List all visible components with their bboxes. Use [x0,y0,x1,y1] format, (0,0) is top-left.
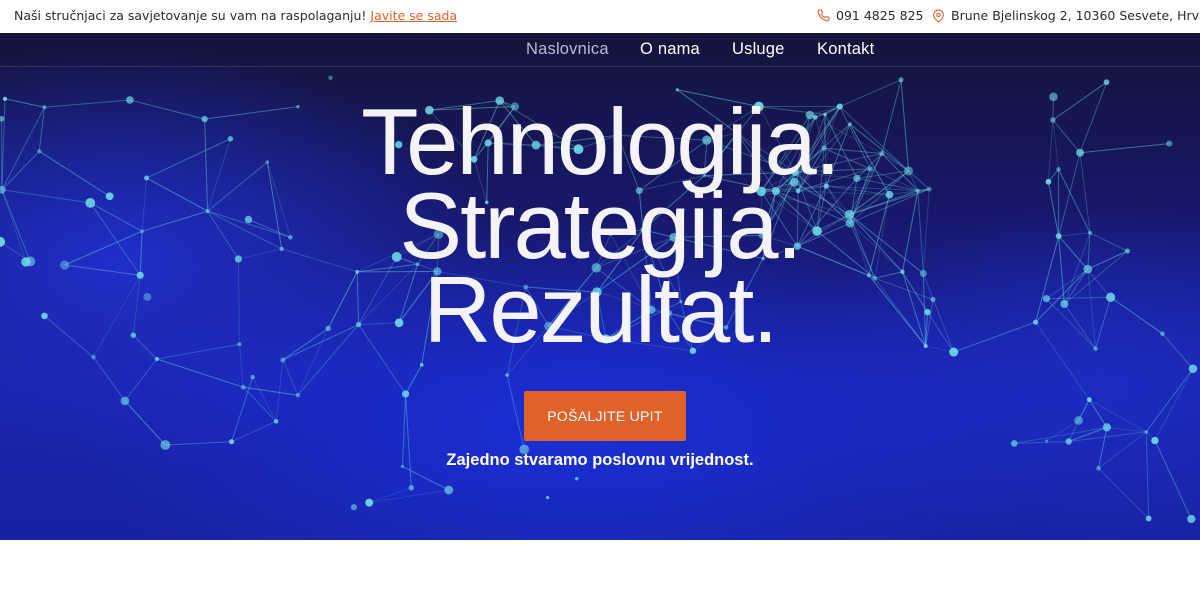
network-link [369,489,449,504]
contact-now-link[interactable]: Javite se sada [370,8,457,23]
nav-item-o-nama[interactable]: O nama [640,40,700,59]
topbar-message-group: Naši stručnjaci za savjetovanje su vam n… [14,8,457,23]
topbar-message: Naši stručnjaci za savjetovanje su vam n… [14,8,367,23]
network-link [252,376,277,422]
network-link [242,386,277,422]
phone-contact[interactable]: 091 4825 825 [817,8,923,23]
network-link [1154,368,1194,441]
network-node [1145,515,1152,522]
network-link [243,386,298,396]
nav-item-usluge[interactable]: Usluge [732,40,785,59]
network-node [350,504,357,511]
phone-icon [817,9,830,22]
network-node [154,356,160,362]
hero-section: Naslovnica O nama Usluge Kontakt Tehnolo… [0,33,1200,540]
network-node [898,77,904,83]
network-node [546,496,550,500]
network-node [365,498,374,507]
network-node [328,75,333,81]
network-link [1088,399,1108,428]
network-link [369,487,412,504]
main-navigation: Naslovnica O nama Usluge Kontakt [0,33,1200,67]
network-node [408,485,415,491]
network-link [506,374,525,450]
send-inquiry-button[interactable]: POŠALJITE UPIT [524,391,686,441]
network-node [1144,430,1149,434]
network-node [419,363,424,367]
top-info-bar: Naši stručnjaci za savjetovanje su vam n… [0,0,1200,33]
network-node [401,390,410,398]
network-link [156,358,244,388]
network-node [1187,514,1196,524]
location-pin-icon [932,9,945,23]
network-node [1188,364,1198,374]
network-link [1145,368,1194,433]
network-link [1098,468,1150,519]
network-link [231,420,277,443]
network-node [1103,79,1110,86]
network-node [120,396,130,406]
address-text: Brune Bjelinskog 2, 10360 Sesvete, Hrvat… [951,8,1200,23]
network-link [1145,431,1150,519]
network-link [124,358,158,402]
network-node [1065,438,1072,445]
network-link [282,359,299,396]
address-contact: Brune Bjelinskog 2, 10360 Sesvete, Hrvat… [932,8,1200,23]
network-node [160,440,171,450]
hero-tagline: Zajedno stvaramo poslovnu vrijednost. [446,451,754,469]
network-node [444,485,454,495]
headline-line-3: Rezultat. [423,257,779,362]
network-link [165,441,232,446]
network-node [273,419,279,424]
network-node [1086,397,1092,403]
network-node [1074,416,1083,425]
network-node [1151,436,1159,445]
nav-item-kontakt[interactable]: Kontakt [817,40,874,59]
network-node [575,476,579,481]
network-link [1014,426,1107,444]
network-link [275,359,284,422]
network-node [240,384,246,390]
network-link [405,364,423,395]
network-link [1089,399,1147,433]
network-node [250,374,255,380]
network-node [280,357,286,363]
phone-number: 091 4825 825 [836,8,924,23]
network-node [229,439,235,445]
network-node [505,373,509,377]
network-link [405,393,412,488]
network-node [1102,423,1111,432]
network-node [1010,440,1018,447]
network-node [295,393,301,398]
nav-item-naslovnica[interactable]: Naslovnica [526,40,609,59]
network-link [93,356,126,402]
network-node [1045,439,1049,443]
network-link [124,400,166,446]
